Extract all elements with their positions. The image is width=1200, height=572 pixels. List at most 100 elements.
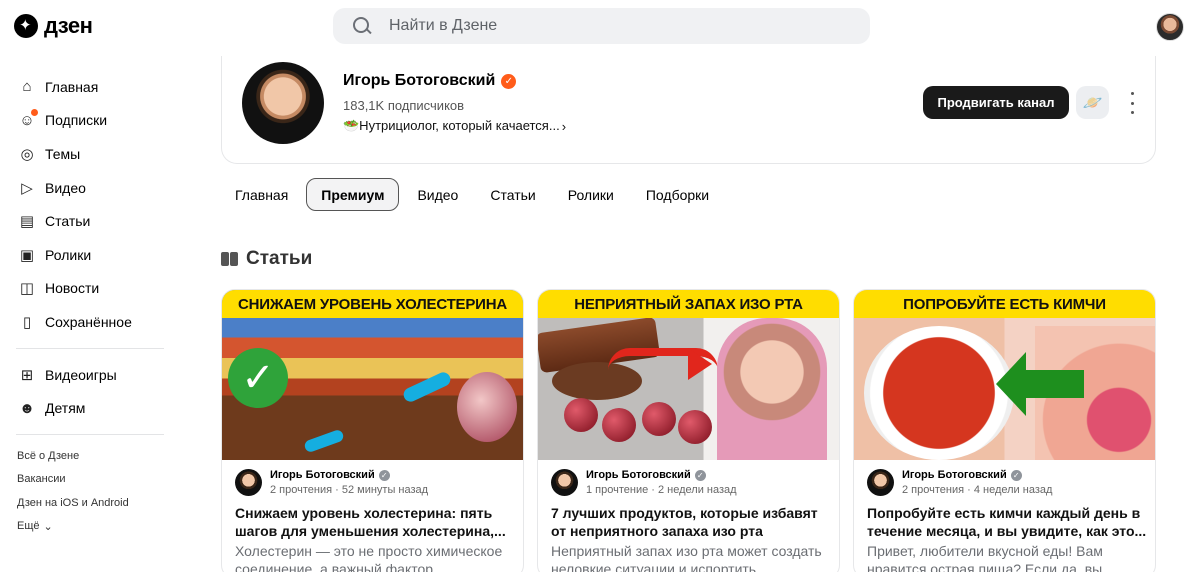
image-banner: ПОПРОБУЙТЕ ЕСТЬ КИМЧИ <box>854 290 1155 318</box>
subscriber-count: 183,1K подписчиков <box>343 98 465 113</box>
chevron-down-icon: ⌄ <box>43 520 53 533</box>
sidebar-item-label: Видео <box>45 179 86 196</box>
chevron-right-icon: › <box>561 118 567 134</box>
channel-header: Игорь Ботоговский ✓ 183,1K подписчиков 🥗… <box>221 56 1156 164</box>
dzen-star-icon <box>14 14 38 38</box>
cherry-graphic <box>642 402 676 436</box>
article-title[interactable]: Попробуйте есть кимчи каждый день в тече… <box>867 504 1147 540</box>
article-card[interactable]: ПОПРОБУЙТЕ ЕСТЬ КИМЧИ Игорь Ботоговский ✓… <box>853 289 1156 572</box>
arrow-graphic <box>401 370 453 404</box>
author-name: Игорь Ботоговский ✓ <box>586 469 737 481</box>
arrow-graphic <box>1014 370 1084 398</box>
sidebar-item-articles[interactable]: ▤ Статьи <box>0 204 180 238</box>
image-banner: НЕПРИЯТНЫЙ ЗАПАХ ИЗО РТА <box>538 290 839 318</box>
footer-link-apps[interactable]: Дзен на iOS и Android <box>0 491 180 515</box>
article-stats: 2 прочтения · 4 недели назад <box>902 484 1053 496</box>
subscriptions-icon: ☺ <box>18 109 38 129</box>
sidebar-item-subscriptions[interactable]: ☺ Подписки <box>0 104 180 138</box>
section-title-text: Статьи <box>246 248 313 269</box>
tab-collections[interactable]: Подборки <box>632 178 723 211</box>
channel-name[interactable]: Игорь Ботоговский <box>343 72 495 90</box>
article-card[interactable]: ✓ СНИЖАЕМ УРОВЕНЬ ХОЛЕСТЕРИНА Игорь Бото… <box>221 289 524 572</box>
footer-link-about[interactable]: Всё о Дзене <box>0 444 180 468</box>
search-input[interactable] <box>389 17 829 35</box>
planet-icon[interactable]: 🪐 <box>1076 86 1109 119</box>
sidebar-item-label: Подписки <box>45 112 108 129</box>
sidebar-item-label: Сохранённое <box>45 313 132 330</box>
channel-name-row: Игорь Ботоговский ✓ <box>343 72 517 90</box>
cherry-graphic <box>564 398 598 432</box>
sidebar: ⌂ Главная ☺ Подписки ◎ Темы ▷ Видео ▤ Ст… <box>0 70 180 538</box>
promote-channel-button[interactable]: Продвигать канал <box>923 86 1069 119</box>
garlic-graphic <box>457 372 517 442</box>
compass-icon: ◎ <box>20 145 34 163</box>
woman-graphic <box>717 318 827 460</box>
book-icon <box>221 252 238 266</box>
channel-avatar[interactable] <box>242 62 324 144</box>
card-meta: Игорь Ботоговский ✓ 2 прочтения · 4 недел… <box>867 469 1052 496</box>
article-card[interactable]: НЕПРИЯТНЫЙ ЗАПАХ ИЗО РТА Игорь Ботоговск… <box>537 289 840 572</box>
article-stats: 1 прочтение · 2 недели назад <box>586 484 737 496</box>
cherry-graphic <box>678 410 712 444</box>
sidebar-item-shorts[interactable]: ▣ Ролики <box>0 238 180 272</box>
channel-tabs: Главная Премиум Видео Статьи Ролики Подб… <box>221 178 723 211</box>
card-meta: Игорь Ботоговский ✓ 1 прочтение · 2 недел… <box>551 469 737 496</box>
arrow-graphic <box>688 348 712 380</box>
sidebar-item-saved[interactable]: ▯ Сохранённое <box>0 305 180 339</box>
arrow-graphic <box>303 428 345 454</box>
sidebar-item-kids[interactable]: ☻ Детям <box>0 391 180 425</box>
article-snippet: Холестерин — это не просто химическое со… <box>235 543 503 572</box>
sidebar-item-label: Статьи <box>45 213 91 230</box>
bookmark-icon: ▯ <box>22 313 32 331</box>
author-name: Игорь Ботоговский ✓ <box>270 469 428 481</box>
channel-description[interactable]: 🥗Нутрициолог, который качается... › <box>343 118 566 134</box>
dzen-logo[interactable]: дзен <box>14 13 93 39</box>
sidebar-item-topics[interactable]: ◎ Темы <box>0 137 180 171</box>
article-title[interactable]: 7 лучших продуктов, которые избавят от н… <box>551 504 831 540</box>
logo-text: дзен <box>44 13 93 38</box>
tab-shorts[interactable]: Ролики <box>554 178 628 211</box>
sidebar-divider <box>16 433 164 435</box>
tab-articles[interactable]: Статьи <box>476 178 549 211</box>
tab-home[interactable]: Главная <box>221 178 302 211</box>
kimchi-bowl-graphic <box>864 326 1014 460</box>
tab-premium[interactable]: Премиум <box>306 178 400 211</box>
card-meta: Игорь Ботоговский ✓ 2 прочтения · 52 мину… <box>235 469 428 496</box>
article-title[interactable]: Снижаем уровень холестерина: пять шагов … <box>235 504 515 540</box>
sidebar-item-label: Темы <box>45 145 81 162</box>
sidebar-item-label: Новости <box>45 280 100 297</box>
footer-link-jobs[interactable]: Вакансии <box>0 467 180 491</box>
sidebar-item-video[interactable]: ▷ Видео <box>0 171 180 205</box>
channel-description-text: 🥗Нутрициолог, который качается... <box>343 118 560 133</box>
image-banner: СНИЖАЕМ УРОВЕНЬ ХОЛЕСТЕРИНА <box>222 290 523 318</box>
article-snippet: Привет, любители вкусной еды! Вам нравит… <box>867 543 1114 572</box>
article-stats: 2 прочтения · 52 минуты назад <box>270 484 429 496</box>
gamepad-icon: ⊞ <box>20 366 34 384</box>
cherry-graphic <box>602 408 636 442</box>
sidebar-item-label: Детям <box>45 400 86 417</box>
article-image: ПОПРОБУЙТЕ ЕСТЬ КИМЧИ <box>854 290 1155 460</box>
article-image: ✓ СНИЖАЕМ УРОВЕНЬ ХОЛЕСТЕРИНА <box>222 290 523 460</box>
sidebar-item-games[interactable]: ⊞ Видеоигры <box>0 358 180 392</box>
video-icon: ▷ <box>21 179 33 197</box>
shorts-icon: ▣ <box>19 246 35 264</box>
sidebar-item-label: Главная <box>45 78 99 95</box>
top-header: дзен <box>0 0 1200 56</box>
verified-icon: ✓ <box>378 469 390 481</box>
more-link[interactable]: Ещё ⌄ <box>0 514 180 538</box>
sidebar-item-home[interactable]: ⌂ Главная <box>0 70 180 104</box>
more-options-icon[interactable] <box>1125 92 1139 114</box>
sidebar-item-label: Видеоигры <box>45 366 117 383</box>
sidebar-divider <box>16 347 164 349</box>
search-bar[interactable] <box>333 8 870 44</box>
articles-icon: ▤ <box>19 213 35 231</box>
sidebar-item-news[interactable]: ◫ Новости <box>0 272 180 306</box>
article-image: НЕПРИЯТНЫЙ ЗАПАХ ИЗО РТА <box>538 290 839 460</box>
verified-icon: ✓ <box>694 469 706 481</box>
tab-video[interactable]: Видео <box>403 178 472 211</box>
article-snippet: Неприятный запах изо рта может создать н… <box>551 543 822 572</box>
section-title: Статьи <box>221 248 312 270</box>
user-avatar[interactable] <box>1156 13 1184 41</box>
article-cards: ✓ СНИЖАЕМ УРОВЕНЬ ХОЛЕСТЕРИНА Игорь Бото… <box>221 289 1156 572</box>
more-label: Ещё <box>17 520 40 533</box>
